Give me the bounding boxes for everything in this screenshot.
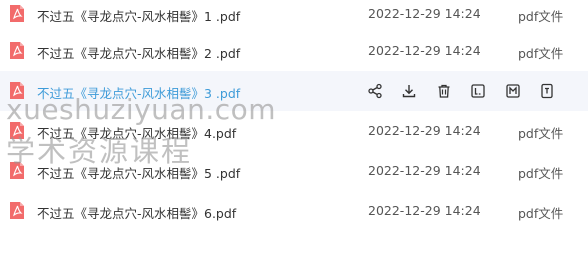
pdf-file-icon	[10, 162, 24, 179]
pdf-file-icon	[10, 202, 24, 219]
file-name[interactable]: 不过五《寻龙点穴-风水相髻》6.pdf	[37, 203, 236, 222]
file-type: pdf文件	[518, 9, 564, 24]
file-list: 不过五《寻龙点穴-风水相髻》1 .pdf 2022-12-29 14:24 pd…	[0, 0, 588, 221]
file-date: 2022-12-29 14:24	[368, 43, 481, 58]
more-icon[interactable]	[539, 83, 556, 100]
rename-icon[interactable]	[470, 83, 487, 100]
move-icon[interactable]	[504, 83, 521, 100]
file-row[interactable]: 不过五《寻龙点穴-风水相髻》2 .pdf 2022-12-29 14:24 pd…	[0, 33, 588, 73]
file-type: pdf文件	[518, 46, 564, 61]
file-date: 2022-12-29 14:24	[368, 6, 481, 21]
file-name[interactable]: 不过五《寻龙点穴-风水相髻》5 .pdf	[37, 163, 240, 182]
file-name[interactable]: 不过五《寻龙点穴-风水相髻》2 .pdf	[37, 43, 240, 62]
file-name[interactable]: 不过五《寻龙点穴-风水相髻》3 .pdf	[37, 83, 240, 102]
file-row-hovered[interactable]: 不过五《寻龙点穴-风水相髻》3 .pdf	[0, 71, 588, 111]
pdf-file-icon	[10, 122, 24, 139]
share-icon[interactable]	[366, 83, 383, 100]
file-type: pdf文件	[518, 126, 564, 141]
file-type: pdf文件	[518, 166, 564, 181]
file-date: 2022-12-29 14:24	[368, 163, 481, 178]
file-date: 2022-12-29 14:24	[368, 123, 481, 138]
file-type: pdf文件	[518, 206, 564, 221]
file-row[interactable]: 不过五《寻龙点穴-风水相髻》1 .pdf 2022-12-29 14:24 pd…	[0, 0, 588, 33]
file-date: 2022-12-29 14:24	[368, 203, 481, 218]
file-row[interactable]: 不过五《寻龙点穴-风水相髻》6.pdf 2022-12-29 14:24 pdf…	[0, 192, 588, 232]
pdf-file-icon	[10, 82, 24, 99]
file-name[interactable]: 不过五《寻龙点穴-风水相髻》4.pdf	[37, 123, 236, 142]
file-row[interactable]: 不过五《寻龙点穴-风水相髻》5 .pdf 2022-12-29 14:24 pd…	[0, 152, 588, 192]
pdf-file-icon	[10, 5, 24, 22]
pdf-file-icon	[10, 42, 24, 59]
row-actions	[366, 71, 573, 111]
file-name[interactable]: 不过五《寻龙点穴-风水相髻》1 .pdf	[37, 6, 240, 25]
file-row[interactable]: 不过五《寻龙点穴-风水相髻》4.pdf 2022-12-29 14:24 pdf…	[0, 112, 588, 152]
delete-icon[interactable]	[435, 83, 452, 100]
download-icon[interactable]	[401, 83, 418, 100]
